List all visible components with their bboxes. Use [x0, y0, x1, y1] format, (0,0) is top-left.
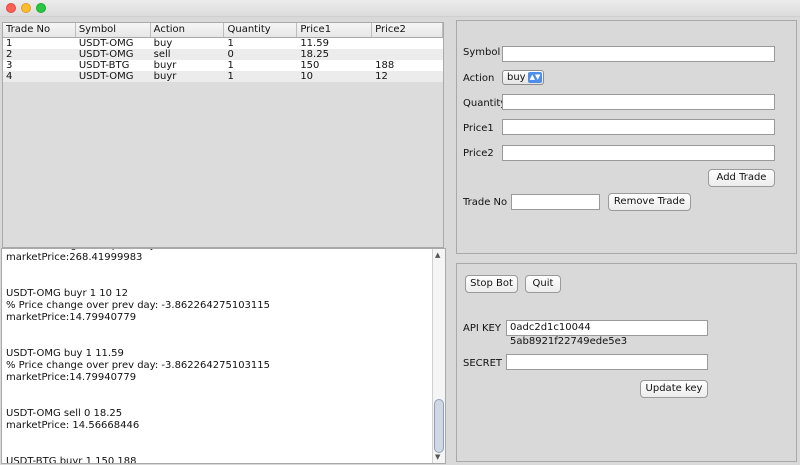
- log-line: marketPrice: 14.56668446: [6, 420, 140, 431]
- cell-symbol: USDT-BTG: [78, 60, 130, 71]
- quit-button[interactable]: Quit: [525, 275, 561, 293]
- log-line: marketPrice:14.79940779: [6, 312, 137, 323]
- trade-form-panel: Symbol Action buy ▲▼ Quantity Price1 Pri…: [456, 20, 797, 254]
- api-key-label: API KEY: [463, 323, 501, 334]
- column-header-price1[interactable]: Price1: [297, 23, 373, 37]
- log-output-area[interactable]: % Price change over prev day: -0.8734444…: [1, 248, 446, 464]
- quantity-label: Quantity: [463, 98, 507, 109]
- trades-table[interactable]: Trade No Symbol Action Quantity Price1 P…: [2, 22, 444, 248]
- scrollbar-thumb[interactable]: [434, 399, 444, 453]
- log-text: % Price change over prev day: -0.8734444…: [6, 249, 431, 464]
- close-window-button[interactable]: [6, 3, 16, 13]
- maximize-window-button[interactable]: [36, 3, 46, 13]
- table-row[interactable]: 1 USDT-OMG buy 1 11.59: [3, 38, 443, 49]
- cell-price1: 18.25: [300, 49, 329, 60]
- table-row[interactable]: 3 USDT-BTG buyr 1 150 188: [3, 60, 443, 71]
- bot-control-panel: Stop Bot Quit API KEY 0adc2d1c10044 5ab8…: [456, 263, 797, 462]
- column-header-trade-no[interactable]: Trade No: [3, 23, 76, 37]
- stop-bot-button[interactable]: Stop Bot: [465, 275, 518, 293]
- add-trade-button[interactable]: Add Trade: [708, 169, 775, 187]
- scroll-up-arrow-icon[interactable]: ▲: [435, 251, 440, 259]
- cell-price2: [372, 49, 443, 60]
- trade-no-input[interactable]: [511, 194, 600, 210]
- secret-label: SECRET: [463, 358, 503, 369]
- price1-label: Price1: [463, 123, 494, 134]
- window-content: Trade No Symbol Action Quantity Price1 P…: [0, 17, 800, 465]
- price2-input[interactable]: [502, 145, 775, 161]
- minimize-window-button[interactable]: [21, 3, 31, 13]
- remove-trade-button[interactable]: Remove Trade: [608, 193, 691, 211]
- cell-symbol: USDT-OMG: [78, 49, 134, 60]
- log-line: % Price change over prev day: -3.8622642…: [6, 360, 270, 371]
- column-header-symbol[interactable]: Symbol: [76, 23, 151, 37]
- cell-action: buyr: [153, 60, 177, 71]
- action-select-value: buy: [507, 72, 526, 83]
- cell-price1: 11.59: [300, 38, 329, 49]
- cell-trade-no: 4: [6, 71, 13, 82]
- cell-action: sell: [153, 49, 171, 60]
- cell-price2: [372, 38, 443, 49]
- chevron-updown-icon: ▲▼: [528, 72, 542, 83]
- symbol-label: Symbol: [463, 47, 501, 58]
- log-line: USDT-OMG buyr 1 10 12: [6, 288, 128, 299]
- cell-trade-no: 2: [6, 49, 13, 60]
- scroll-down-arrow-icon[interactable]: ▼: [435, 453, 440, 461]
- cell-quantity: 1: [227, 38, 234, 49]
- update-key-button[interactable]: Update key: [640, 380, 708, 398]
- window-titlebar: [0, 0, 800, 17]
- column-header-quantity[interactable]: Quantity: [224, 23, 298, 37]
- cell-price1: 150: [300, 60, 320, 71]
- cell-trade-no: 1: [6, 38, 13, 49]
- cell-quantity: 1: [227, 60, 234, 71]
- log-line: marketPrice:268.41999983: [6, 252, 143, 263]
- table-header: Trade No Symbol Action Quantity Price1 P…: [3, 23, 443, 38]
- cell-action: buy: [153, 38, 173, 49]
- cell-quantity: 1: [227, 71, 234, 82]
- cell-trade-no: 3: [6, 60, 13, 71]
- log-line: USDT-OMG sell 0 18.25: [6, 408, 123, 419]
- api-key-input[interactable]: 0adc2d1c10044 5ab8921f22749ede5e3: [506, 320, 708, 347]
- cell-price2: 188: [375, 60, 395, 71]
- table-row[interactable]: 2 USDT-OMG sell 0 18.25: [3, 49, 443, 60]
- trade-no-label: Trade No: [463, 197, 508, 208]
- secret-input[interactable]: [506, 354, 708, 370]
- quantity-input[interactable]: [502, 94, 775, 110]
- log-line: marketPrice:14.79940779: [6, 372, 137, 383]
- price2-label: Price2: [463, 148, 494, 159]
- log-line: USDT-BTG buyr 1 150 188: [6, 456, 137, 464]
- cell-price2: 12: [375, 71, 388, 82]
- cell-symbol: USDT-OMG: [78, 38, 134, 49]
- column-header-price2[interactable]: Price2: [372, 23, 443, 37]
- action-select[interactable]: buy ▲▼: [502, 70, 544, 85]
- log-line: % Price change over prev day: -3.8622642…: [6, 300, 270, 311]
- table-row[interactable]: 4 USDT-OMG buyr 1 10 12: [3, 71, 443, 82]
- cell-symbol: USDT-OMG: [78, 71, 134, 82]
- action-label: Action: [463, 73, 495, 84]
- price1-input[interactable]: [502, 119, 775, 135]
- cell-quantity: 0: [227, 49, 234, 60]
- log-line: USDT-OMG buy 1 11.59: [6, 348, 124, 359]
- log-scrollbar[interactable]: ▲ ▼: [432, 249, 445, 463]
- column-header-action[interactable]: Action: [151, 23, 225, 37]
- symbol-input[interactable]: [502, 46, 775, 62]
- cell-price1: 10: [300, 71, 314, 82]
- cell-action: buyr: [153, 71, 177, 82]
